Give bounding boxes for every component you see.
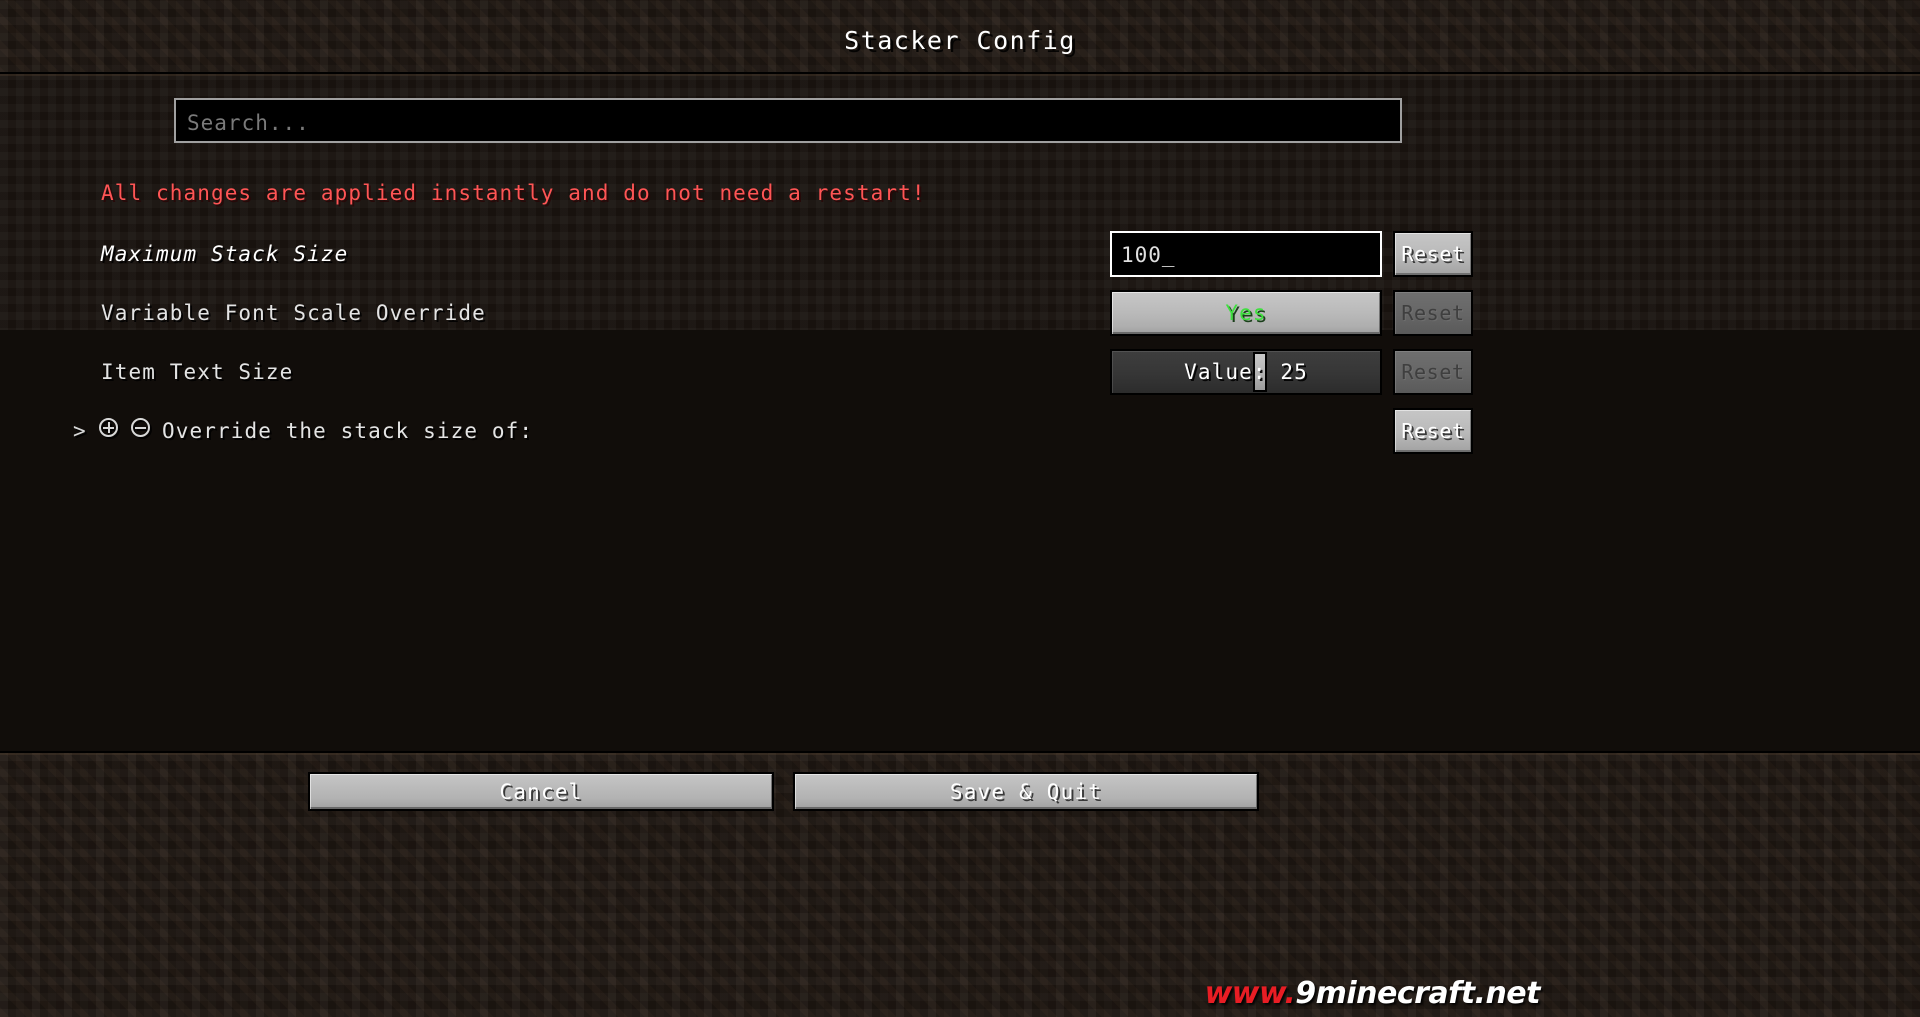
config-row-item-text-size: Item Text Size Value: 25 Reset xyxy=(0,349,1920,395)
watermark-prefix: www. xyxy=(1204,976,1296,1011)
reset-button-label: Reset xyxy=(1401,360,1465,384)
cancel-button-label: Cancel xyxy=(499,779,583,804)
reset-button-label: Reset xyxy=(1401,419,1465,443)
category-label: Override the stack size of: xyxy=(162,419,534,443)
variable-font-scale-override-toggle[interactable]: Yes xyxy=(1110,290,1382,336)
category-icons xyxy=(99,418,150,437)
search-input[interactable]: Search... xyxy=(174,98,1402,143)
site-watermark: www.9minecraft.net xyxy=(1160,976,1541,1011)
page-title: Stacker Config xyxy=(844,26,1076,55)
maximum-stack-size-value: 100_ xyxy=(1121,243,1176,267)
footer-divider xyxy=(0,751,1920,753)
item-text-size-slider[interactable]: Value: 25 xyxy=(1110,349,1382,395)
reset-button-category[interactable]: Reset xyxy=(1393,408,1473,454)
header-divider xyxy=(0,72,1920,74)
config-row-variable-font-scale-override: Variable Font Scale Override Yes Reset xyxy=(0,290,1920,336)
item-text-size-slider-value: Value: 25 xyxy=(1184,360,1308,384)
reset-button-variable-font-scale-override[interactable]: Reset xyxy=(1393,290,1473,336)
warning-text: All changes are applied instantly and do… xyxy=(101,181,926,205)
config-row-label: Variable Font Scale Override xyxy=(101,301,486,325)
minus-circle-icon[interactable] xyxy=(131,418,150,437)
reset-button-label: Reset xyxy=(1401,242,1465,266)
config-row-maximum-stack-size: Maximum Stack Size 100_ Reset xyxy=(0,231,1920,277)
watermark-suffix: 9minecraft.net xyxy=(1295,976,1540,1011)
save-and-quit-button-label: Save & Quit xyxy=(949,779,1103,804)
search-placeholder: Search... xyxy=(187,111,310,135)
save-and-quit-button[interactable]: Save & Quit xyxy=(793,772,1259,811)
variable-font-scale-override-value: Yes xyxy=(1225,301,1267,325)
reset-button-maximum-stack-size[interactable]: Reset xyxy=(1393,231,1473,277)
config-row-label: Maximum Stack Size xyxy=(101,242,349,266)
plus-circle-icon[interactable] xyxy=(99,418,118,437)
config-row-label: Item Text Size xyxy=(101,360,294,384)
header: Stacker Config xyxy=(0,0,1920,73)
reset-button-label: Reset xyxy=(1401,301,1465,325)
config-category-override-the-stack-size-of[interactable]: > Override the stack size of: Reset xyxy=(0,408,1920,454)
reset-button-item-text-size[interactable]: Reset xyxy=(1393,349,1473,395)
chevron-right-icon[interactable]: > xyxy=(73,419,86,443)
maximum-stack-size-input[interactable]: 100_ xyxy=(1110,231,1382,277)
cancel-button[interactable]: Cancel xyxy=(308,772,774,811)
minecraft-config-screen: Stacker Config Search... All changes are… xyxy=(0,0,1920,1017)
